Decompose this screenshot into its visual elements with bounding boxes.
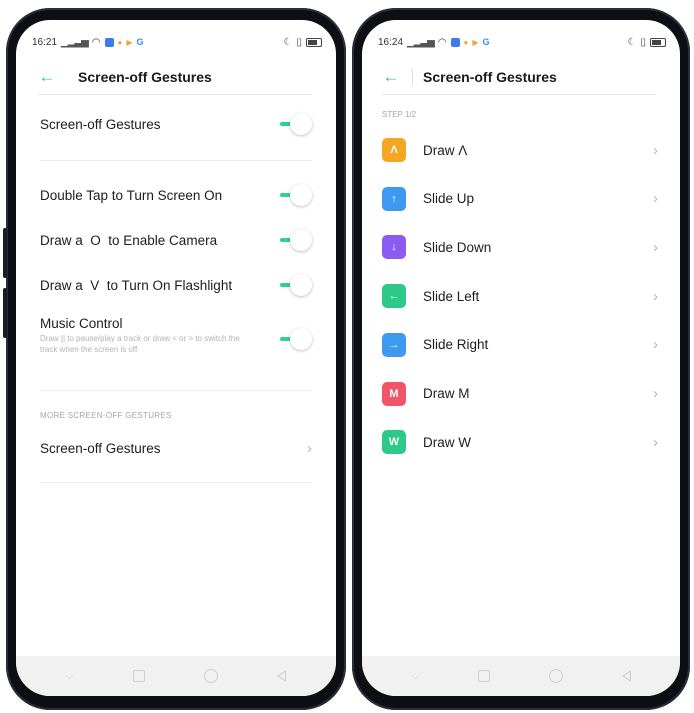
row-label: Screen-off Gestures bbox=[40, 116, 161, 132]
gesture-label: Slide Left bbox=[423, 288, 480, 304]
header: ← Screen-off Gestures bbox=[382, 60, 656, 95]
home-icon[interactable] bbox=[548, 669, 563, 683]
arrow-up-icon: ↑ bbox=[382, 186, 406, 211]
nav-bar: ⌵ bbox=[16, 656, 336, 696]
play-icon: ▶ bbox=[472, 37, 479, 47]
chevron-right-icon: › bbox=[307, 440, 312, 457]
app-notification-icon bbox=[104, 37, 114, 47]
divider bbox=[40, 160, 312, 161]
draw-o-row[interactable]: Draw a O to Enable Camera bbox=[40, 229, 312, 251]
letter-m-icon: M bbox=[382, 381, 406, 406]
chevron-down-icon[interactable]: ⌵ bbox=[66, 671, 74, 682]
gesture-label: Slide Up bbox=[423, 191, 475, 207]
gesture-item[interactable]: ↓ Slide Down › bbox=[382, 234, 658, 260]
play-icon: ▶ bbox=[126, 37, 133, 47]
signal-icon: ▁▂▃▅ bbox=[61, 36, 89, 48]
section-header: MORE SCREEN-OFF GESTURES bbox=[40, 411, 172, 420]
chevron-right-icon: › bbox=[653, 336, 658, 354]
caret-up-icon: Λ bbox=[382, 138, 406, 162]
vibrate-icon: ▯ bbox=[296, 36, 302, 48]
step-indicator: STEP 1/2 bbox=[382, 110, 417, 119]
page-title: Screen-off Gestures bbox=[78, 69, 212, 85]
volume-button bbox=[3, 288, 7, 338]
more-gestures-link-row[interactable]: Screen-off Gestures › bbox=[40, 440, 312, 457]
chevron-down-icon[interactable]: ⌵ bbox=[411, 671, 419, 682]
back-arrow-icon[interactable]: ← bbox=[38, 67, 56, 86]
header: ← Screen-off Gestures bbox=[38, 60, 312, 95]
moon-icon: ☾ bbox=[283, 36, 293, 48]
gesture-label: Draw W bbox=[423, 434, 471, 450]
gesture-item[interactable]: Λ Draw Λ › bbox=[382, 137, 658, 163]
wifi-icon: ◠ bbox=[437, 36, 447, 48]
recents-icon[interactable] bbox=[477, 670, 490, 682]
chevron-right-icon: › bbox=[653, 385, 658, 402]
row-label: Draw a V to Turn On Flashlight bbox=[40, 277, 233, 293]
letter-w-icon: W bbox=[382, 430, 406, 455]
gesture-label: Draw Λ bbox=[423, 142, 468, 158]
battery-icon bbox=[306, 37, 322, 47]
gesture-label: Slide Right bbox=[423, 337, 489, 353]
screen-off-gestures-toggle[interactable] bbox=[278, 113, 312, 135]
app-notification-icon bbox=[450, 37, 460, 47]
chevron-right-icon: › bbox=[653, 238, 658, 256]
chevron-right-icon: › bbox=[653, 190, 658, 208]
back-arrow-icon[interactable]: ← bbox=[382, 67, 400, 86]
home-icon[interactable] bbox=[203, 669, 218, 683]
right-phone: 16:24 ▁▂▃▅ ◠ ● ▶ G ☾ ▯ ← Screen-off Gest… bbox=[352, 8, 690, 710]
chevron-right-icon: › bbox=[653, 433, 658, 451]
row-label: Double Tap to Turn Screen On bbox=[40, 187, 223, 203]
draw-v-toggle[interactable] bbox=[278, 274, 312, 296]
draw-v-row[interactable]: Draw a V to Turn On Flashlight bbox=[40, 274, 312, 296]
right-screen: 16:24 ▁▂▃▅ ◠ ● ▶ G ☾ ▯ ← Screen-off Gest… bbox=[362, 20, 680, 696]
google-icon: G bbox=[482, 37, 490, 47]
row-label: Draw a O to Enable Camera bbox=[40, 232, 218, 248]
left-screen: 16:21 ▁▂▃▅ ◠ ● ▶ G ☾ ▯ ← Screen-off Gest… bbox=[16, 20, 336, 696]
notification-dot-icon: ● bbox=[117, 37, 123, 47]
vibrate-icon: ▯ bbox=[640, 36, 646, 48]
double-tap-row[interactable]: Double Tap to Turn Screen On bbox=[40, 184, 312, 206]
gesture-item[interactable]: W Draw W › bbox=[382, 429, 658, 455]
volume-button bbox=[3, 228, 7, 278]
row-label: Music Control bbox=[40, 316, 123, 331]
google-icon: G bbox=[136, 37, 144, 47]
status-time: 16:24 bbox=[378, 36, 404, 48]
draw-o-toggle[interactable] bbox=[278, 229, 312, 251]
header-divider bbox=[412, 69, 413, 85]
status-bar: 16:24 ▁▂▃▅ ◠ ● ▶ G ☾ ▯ bbox=[378, 35, 666, 49]
back-nav-icon[interactable] bbox=[277, 670, 287, 682]
signal-icon: ▁▂▃▅ bbox=[407, 36, 435, 48]
page-title: Screen-off Gestures bbox=[423, 69, 557, 85]
battery-icon bbox=[650, 37, 666, 47]
double-tap-toggle[interactable] bbox=[278, 184, 312, 206]
moon-icon: ☾ bbox=[627, 36, 637, 48]
status-bar: 16:21 ▁▂▃▅ ◠ ● ▶ G ☾ ▯ bbox=[32, 35, 322, 49]
gesture-label: Draw M bbox=[423, 386, 470, 401]
arrow-right-icon: → bbox=[382, 332, 406, 357]
gesture-item[interactable]: ↑ Slide Up › bbox=[382, 186, 658, 212]
gesture-item[interactable]: M Draw M › bbox=[382, 381, 658, 407]
nav-bar: ⌵ bbox=[362, 656, 680, 696]
music-control-row[interactable]: Music Control Draw || to pause/play a tr… bbox=[40, 316, 312, 355]
music-control-text: Music Control Draw || to pause/play a tr… bbox=[40, 316, 255, 355]
wifi-icon: ◠ bbox=[91, 36, 101, 48]
divider bbox=[40, 482, 312, 483]
arrow-down-icon: ↓ bbox=[382, 235, 406, 260]
screen-off-gestures-row[interactable]: Screen-off Gestures bbox=[40, 113, 312, 135]
music-control-toggle[interactable] bbox=[278, 328, 312, 350]
notification-dot-icon: ● bbox=[463, 37, 469, 47]
gesture-item[interactable]: → Slide Right › bbox=[382, 332, 658, 358]
arrow-left-icon: ← bbox=[382, 284, 406, 309]
music-control-description: Draw || to pause/play a track or draw < … bbox=[40, 334, 240, 354]
row-label: Screen-off Gestures bbox=[40, 441, 161, 456]
recents-icon[interactable] bbox=[132, 670, 145, 682]
chevron-right-icon: › bbox=[653, 287, 658, 305]
gesture-item[interactable]: ← Slide Left › bbox=[382, 283, 658, 309]
gesture-label: Slide Down bbox=[423, 239, 492, 255]
chevron-right-icon: › bbox=[653, 141, 658, 159]
back-nav-icon[interactable] bbox=[621, 670, 631, 682]
left-phone: 16:21 ▁▂▃▅ ◠ ● ▶ G ☾ ▯ ← Screen-off Gest… bbox=[3, 8, 346, 710]
status-time: 16:21 bbox=[32, 36, 58, 48]
divider bbox=[40, 390, 312, 391]
